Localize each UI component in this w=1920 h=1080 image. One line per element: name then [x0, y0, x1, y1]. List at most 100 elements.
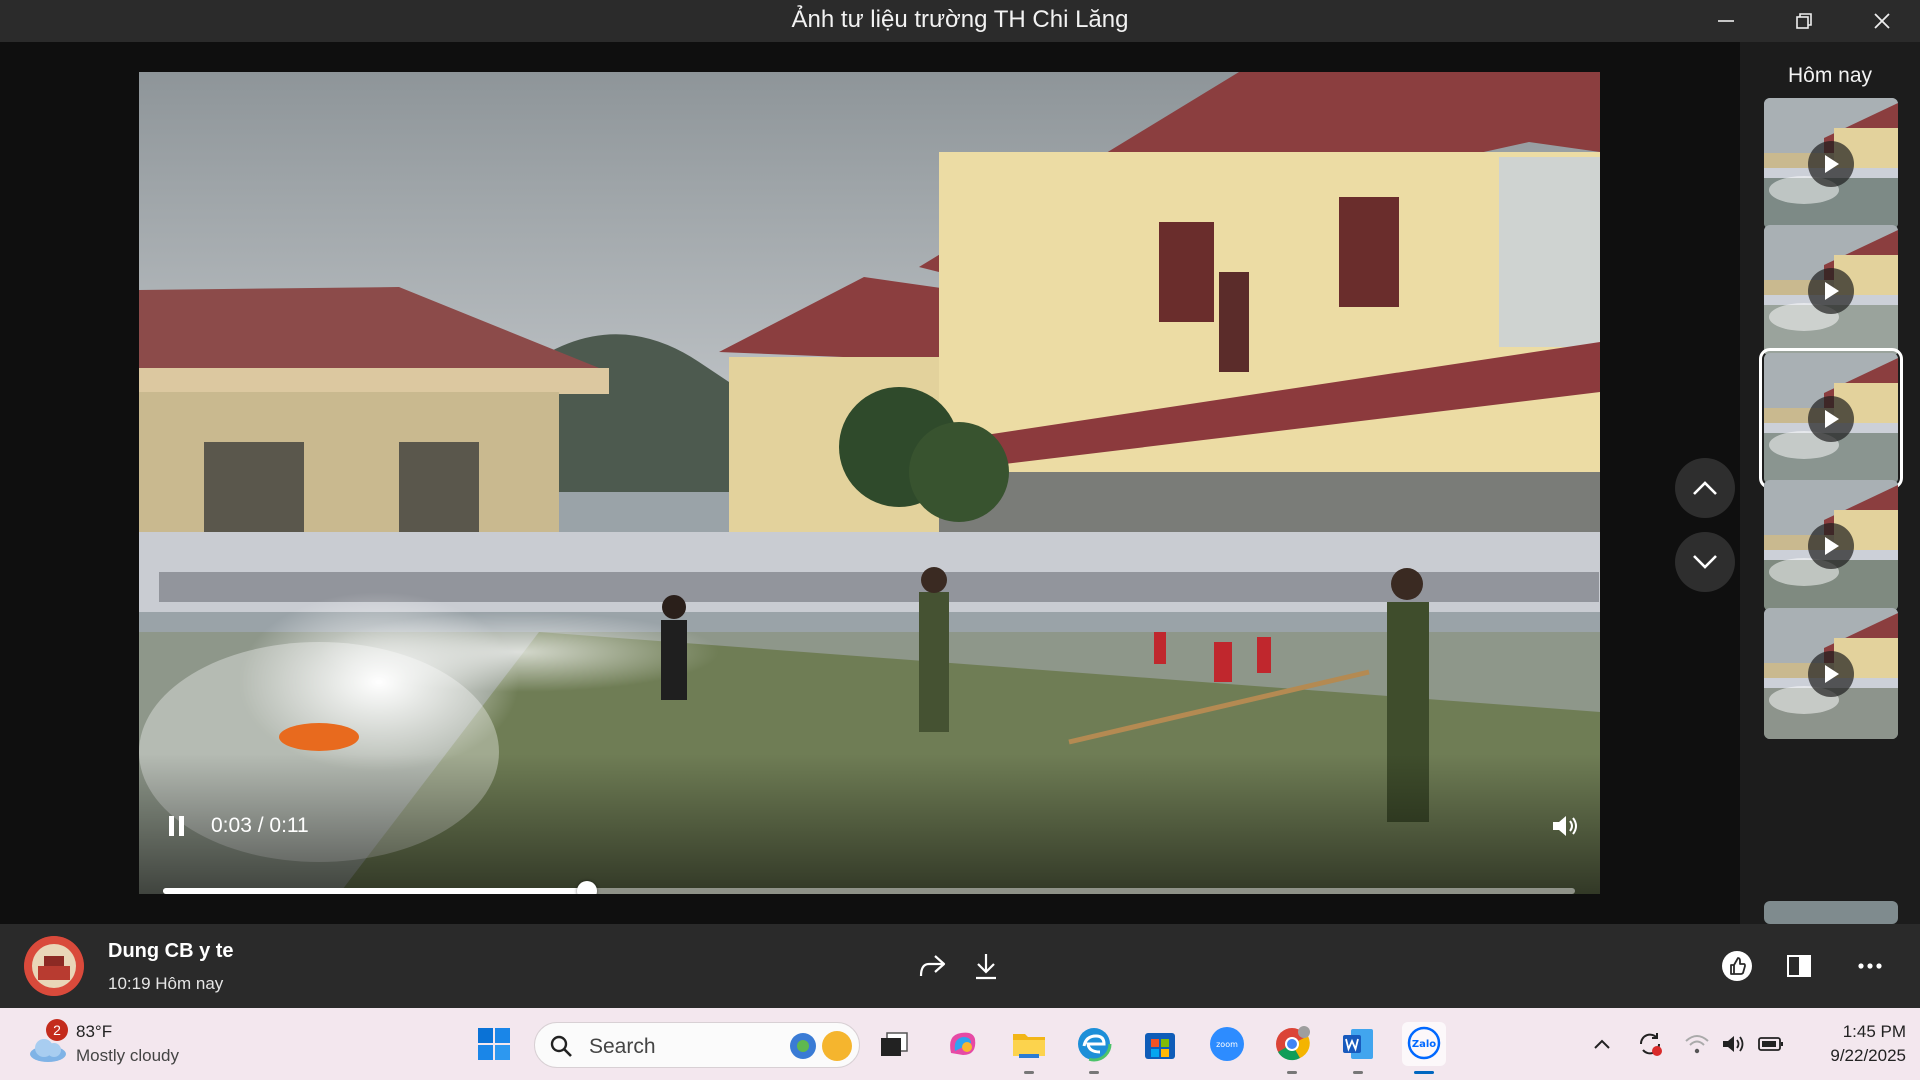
store-button[interactable]	[1138, 1022, 1182, 1066]
volume-button[interactable]	[1549, 810, 1581, 842]
copilot-button[interactable]	[940, 1022, 984, 1066]
running-indicator	[1287, 1071, 1297, 1074]
playback-time: 0:03 / 0:11	[211, 812, 309, 840]
speaker-icon	[1723, 1036, 1744, 1052]
wifi-button[interactable]	[1683, 1030, 1711, 1058]
zalo-button[interactable]: Zalo	[1402, 1022, 1446, 1074]
info-bar: Dung CB y te 10:19 Hôm nay	[0, 924, 1920, 1008]
play-button[interactable]	[1808, 523, 1854, 569]
controls-overlay	[139, 754, 1600, 894]
title-bar: Ảnh tư liệu trường TH Chi Lăng	[0, 0, 1920, 42]
close-button[interactable]	[1854, 0, 1910, 42]
more-icon	[1858, 963, 1882, 969]
sender-avatar[interactable]	[24, 936, 84, 996]
download-button[interactable]	[966, 946, 1006, 986]
pause-button[interactable]	[163, 812, 191, 840]
play-icon	[1825, 537, 1839, 555]
folder-icon	[1013, 1034, 1045, 1058]
like-button[interactable]	[1717, 946, 1757, 986]
toggle-panel-button[interactable]	[1779, 946, 1819, 986]
battery-icon	[1758, 1037, 1783, 1051]
chrome-icon	[1276, 1026, 1310, 1061]
windows-logo-icon	[478, 1028, 510, 1060]
weather-condition: Mostly cloudy	[76, 1046, 179, 1065]
current-time: 0:03	[211, 814, 252, 837]
sync-status-button[interactable]	[1636, 1030, 1664, 1058]
sender-name: Dung CB y te	[108, 940, 234, 962]
taskbar: 2 83°F Mostly cloudy Search zoom Zalo 1:…	[0, 1008, 1920, 1080]
wifi-icon	[1685, 1035, 1709, 1054]
zalo-icon: Zalo	[1407, 1026, 1441, 1060]
close-icon	[1874, 13, 1890, 29]
duration: 0:11	[269, 814, 309, 837]
chevron-up-icon	[1693, 481, 1717, 495]
search-highlight-icon	[790, 1031, 852, 1061]
restore-button[interactable]	[1776, 0, 1832, 42]
thumbnail-item[interactable]	[1764, 98, 1898, 229]
play-icon	[1825, 155, 1839, 173]
weather-badge: 2	[46, 1019, 68, 1041]
search-placeholder: Search	[589, 1035, 656, 1058]
next-item-button[interactable]	[1675, 532, 1735, 592]
previous-item-button[interactable]	[1675, 458, 1735, 518]
show-hidden-icons-button[interactable]	[1588, 1030, 1616, 1058]
time-separator: /	[251, 814, 270, 837]
start-button[interactable]	[472, 1022, 516, 1066]
minimize-icon	[1718, 20, 1734, 22]
clock-date[interactable]: 9/22/2025	[1800, 1046, 1906, 1066]
thumbnail-item[interactable]	[1764, 608, 1898, 739]
photo-viewer-window: Ảnh tư liệu trường TH Chi Lăng 0:03 / 0:…	[0, 0, 1920, 1080]
thumbnail-item-partial[interactable]	[1764, 901, 1898, 924]
speaker-icon	[1553, 816, 1577, 836]
battery-button[interactable]	[1757, 1030, 1785, 1058]
seek-handle[interactable]	[576, 881, 597, 894]
zoom-button[interactable]: zoom	[1205, 1022, 1249, 1066]
thumbnail-item[interactable]	[1764, 225, 1898, 356]
edge-button[interactable]	[1072, 1022, 1116, 1074]
edge-icon	[1076, 1026, 1112, 1062]
strip-heading: Hôm nay	[1787, 64, 1873, 87]
chrome-button[interactable]	[1270, 1022, 1314, 1074]
play-button[interactable]	[1808, 651, 1854, 697]
side-panel-icon	[1787, 955, 1811, 977]
clock-time[interactable]: 1:45 PM	[1810, 1022, 1906, 1042]
thumbnail-item[interactable]	[1764, 480, 1898, 611]
play-icon	[1825, 665, 1839, 683]
thumbnail-item[interactable]	[1759, 348, 1903, 489]
weather-temperature: 83°F	[76, 1022, 113, 1041]
seek-bar[interactable]	[163, 881, 1575, 894]
seek-bar-played	[163, 888, 587, 894]
restore-icon	[1796, 13, 1812, 29]
volume-tray-button[interactable]	[1720, 1030, 1748, 1058]
zoom-icon: zoom	[1210, 1027, 1244, 1061]
play-icon	[1825, 410, 1839, 428]
media-viewer: 0:03 / 0:11	[0, 42, 1740, 924]
pause-icon	[169, 816, 184, 836]
sync-icon	[1639, 1033, 1662, 1056]
task-view-icon	[881, 1032, 908, 1056]
minimize-button[interactable]	[1698, 0, 1754, 42]
play-button[interactable]	[1808, 268, 1854, 314]
copilot-icon	[950, 1032, 976, 1055]
taskbar-search[interactable]: Search	[534, 1022, 860, 1068]
window-title: Ảnh tư liệu trường TH Chi Lăng	[791, 6, 1129, 33]
play-button[interactable]	[1808, 141, 1854, 187]
more-options-button[interactable]	[1850, 946, 1890, 986]
avatar-image	[24, 936, 84, 996]
download-icon	[976, 954, 996, 980]
video-player[interactable]: 0:03 / 0:11	[139, 72, 1600, 894]
task-view-button[interactable]	[872, 1022, 916, 1066]
svg-text:zoom: zoom	[1216, 1040, 1238, 1049]
word-button[interactable]	[1336, 1022, 1380, 1074]
share-button[interactable]	[912, 946, 952, 986]
search-icon	[550, 1035, 572, 1057]
media-strip: Hôm nay	[1740, 42, 1920, 924]
play-button[interactable]	[1808, 396, 1854, 442]
file-explorer-button[interactable]	[1007, 1022, 1051, 1074]
svg-text:Zalo: Zalo	[1412, 1039, 1436, 1050]
store-icon	[1145, 1033, 1175, 1059]
active-indicator	[1414, 1071, 1434, 1074]
play-icon	[1825, 282, 1839, 300]
thumbs-up-icon	[1722, 951, 1752, 981]
word-icon	[1343, 1029, 1373, 1059]
